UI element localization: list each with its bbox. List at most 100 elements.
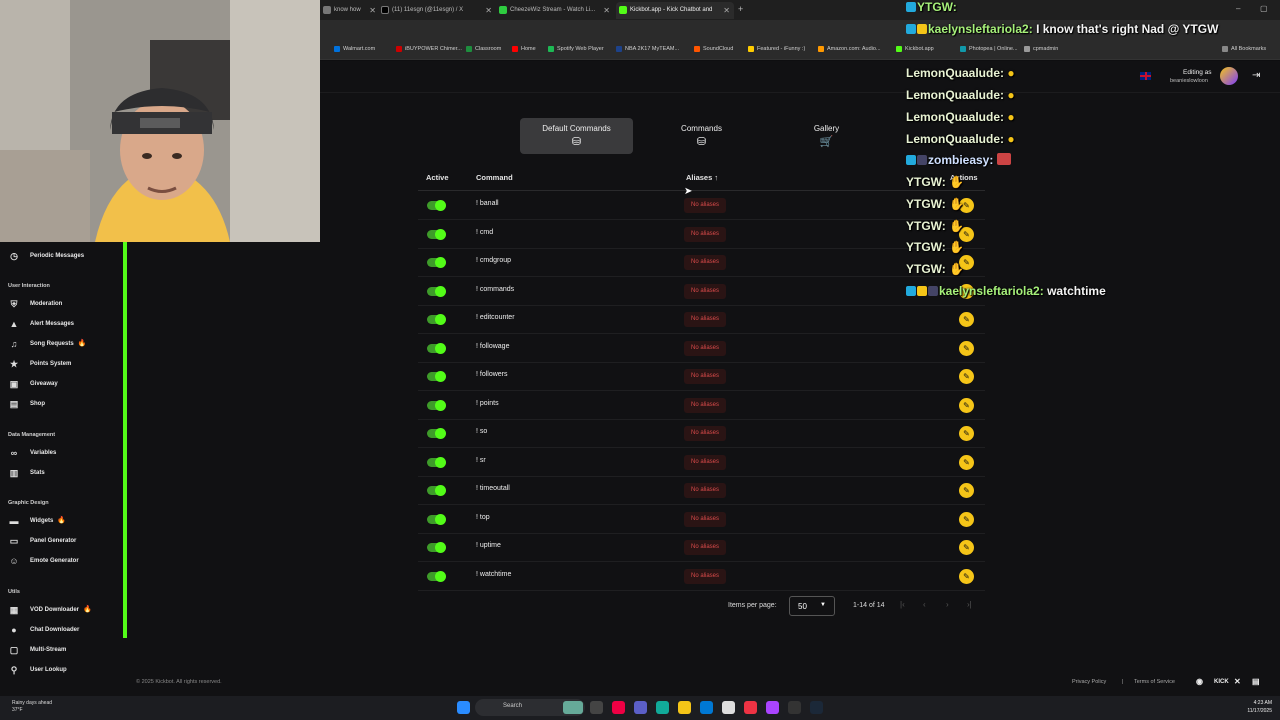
bookmark[interactable]: Featured - iFunny :) [748, 44, 805, 54]
logout-icon[interactable]: ⇥ [1252, 70, 1260, 81]
sidebar-item-moderation[interactable]: ⛨ Moderation [0, 295, 120, 313]
active-toggle[interactable] [427, 314, 446, 325]
widgets-icon[interactable] [563, 701, 583, 714]
document-icon[interactable]: ▤ [1252, 677, 1260, 686]
prev-page-icon[interactable]: ‹ [923, 600, 926, 609]
edit-pencil-icon[interactable]: ✎ [959, 540, 974, 555]
last-page-icon[interactable]: ›| [967, 600, 972, 609]
browser-tab[interactable]: (11) 11esgn (@11esgn) / X ✕ [378, 2, 496, 19]
bookmark[interactable]: Kickbot.app [896, 44, 934, 54]
sidebar-item-widgets[interactable]: ▬ Widgets 🔥 [0, 512, 120, 530]
taskview-icon[interactable] [590, 701, 603, 714]
active-toggle[interactable] [427, 200, 446, 211]
sidebar-item-song-requests[interactable]: ♫ Song Requests 🔥 [0, 335, 120, 353]
column-header-aliases[interactable]: Aliases ↑ [686, 173, 718, 182]
bookmark[interactable]: Photopea | Online... [960, 44, 1018, 54]
active-toggle[interactable] [427, 342, 446, 354]
bookmark[interactable]: All Bookmarks [1222, 44, 1266, 54]
edit-pencil-icon[interactable]: ✎ [959, 369, 974, 384]
sidebar-item-vod-downloader[interactable]: ▦ VOD Downloader 🔥 [0, 601, 120, 619]
active-toggle[interactable] [427, 542, 446, 553]
clock[interactable]: 4:23 AM 11/17/2025 [1236, 699, 1272, 715]
active-toggle[interactable] [427, 399, 446, 411]
sidebar-item-variables[interactable]: ∞ Variables [0, 444, 120, 462]
sidebar-item-giveaway[interactable]: ▣ Giveaway [0, 375, 120, 393]
active-toggle[interactable] [427, 371, 446, 382]
edit-pencil-icon[interactable]: ✎ [959, 454, 974, 470]
next-page-icon[interactable]: › [946, 600, 949, 609]
edit-pencil-icon[interactable]: ✎ [959, 397, 974, 413]
app-icon[interactable] [788, 701, 801, 714]
sidebar-item-periodic-messages[interactable]: ◷ Periodic Messages [0, 247, 120, 265]
bookmark[interactable]: iBUYPOWER Chimer... [396, 44, 462, 54]
active-toggle[interactable] [427, 228, 446, 240]
notepad-icon[interactable] [722, 701, 735, 714]
app-icon[interactable] [612, 701, 625, 714]
close-icon[interactable]: ✕ [603, 2, 610, 19]
sidebar-item-chat-downloader[interactable]: ● Chat Downloader [0, 621, 120, 639]
close-icon[interactable]: ✕ [369, 2, 376, 19]
bookmark[interactable]: SoundCloud [694, 44, 733, 54]
sidebar-item-stats[interactable]: ▥ Stats [0, 464, 120, 482]
sidebar-item-points-system[interactable]: ★ Points System [0, 355, 120, 373]
bookmark[interactable]: Home [512, 44, 536, 54]
active-toggle[interactable] [427, 285, 446, 297]
start-icon[interactable] [457, 701, 470, 714]
sidebar-scrollbar[interactable] [123, 242, 127, 638]
new-tab-icon[interactable]: + [738, 4, 743, 14]
edit-pencil-icon[interactable]: ✎ [959, 511, 974, 527]
active-toggle[interactable] [427, 456, 446, 468]
bookmark[interactable]: Classroom [466, 44, 501, 54]
teams-icon[interactable] [634, 701, 647, 714]
store-icon[interactable] [700, 701, 713, 714]
browser-tab[interactable]: CheezeWiz Stream - Watch Li... ✕ [496, 2, 614, 19]
edit-pencil-icon[interactable]: ✎ [959, 312, 974, 327]
active-toggle[interactable] [427, 570, 446, 582]
column-header-active[interactable]: Active [426, 173, 449, 182]
x-icon[interactable]: ✕ [1234, 677, 1241, 686]
minimize-icon[interactable]: – [1236, 4, 1240, 13]
edit-pencil-icon[interactable]: ✎ [959, 340, 974, 356]
sidebar-item-emote-generator[interactable]: ☺ Emote Generator [0, 552, 120, 570]
sidebar-item-alert-messages[interactable]: ▲ Alert Messages [0, 315, 120, 333]
edit-pencil-icon[interactable]: ✎ [959, 426, 974, 441]
kick-logo[interactable]: KICK [1214, 679, 1229, 685]
bookmark[interactable]: NBA 2K17 MyTEAM... [616, 44, 679, 54]
bookmark[interactable]: cpmadmin [1024, 44, 1058, 54]
discord-icon[interactable]: ◉ [1196, 677, 1203, 686]
obs-icon[interactable] [766, 701, 779, 714]
sidebar-item-panel-generator[interactable]: ▭ Panel Generator [0, 532, 120, 550]
tab-default-commands[interactable]: Default Commands ⛁ [520, 118, 633, 154]
edit-pencil-icon[interactable]: ✎ [959, 568, 974, 584]
uk-flag-icon[interactable] [1140, 72, 1151, 80]
close-icon[interactable]: ✕ [723, 2, 730, 19]
privacy-link[interactable]: Privacy Policy [1072, 679, 1106, 685]
bookmark[interactable]: Spotify Web Player [548, 44, 604, 54]
maximize-icon[interactable]: ▢ [1260, 4, 1268, 13]
active-toggle[interactable] [427, 513, 446, 525]
edit-pencil-icon[interactable]: ✎ [959, 483, 974, 498]
first-page-icon[interactable]: |‹ [900, 600, 905, 609]
tab-gallery[interactable]: Gallery 🛒 [770, 118, 883, 154]
sidebar-item-shop[interactable]: ▤ Shop [0, 395, 120, 413]
avatar[interactable] [1220, 67, 1238, 85]
folder-icon[interactable] [678, 701, 691, 714]
chrome-icon[interactable] [744, 701, 757, 714]
edge-icon[interactable] [656, 701, 669, 714]
items-per-page-select[interactable]: 50 ▼ [789, 596, 835, 616]
bookmark[interactable]: Walmart.com [334, 44, 375, 54]
sidebar-item-multi-stream[interactable]: ▢ Multi-Stream [0, 641, 120, 659]
close-icon[interactable]: ✕ [485, 2, 492, 19]
column-header-command[interactable]: Command [476, 173, 513, 182]
active-toggle[interactable] [427, 257, 446, 268]
tab-commands[interactable]: Commands ⛁ [645, 118, 758, 154]
sidebar-item-user-lookup[interactable]: ⚲ User Lookup [0, 661, 120, 679]
steam-icon[interactable] [810, 701, 823, 714]
active-toggle[interactable] [427, 428, 446, 439]
weather-widget[interactable]: Rainy days ahead 37°F [12, 700, 72, 714]
active-toggle[interactable] [427, 485, 446, 496]
terms-link[interactable]: Terms of Service [1134, 679, 1175, 685]
browser-tab[interactable]: know how ✕ [320, 2, 380, 19]
browser-tab-active[interactable]: Kickbot.app - Kick Chatbot and ✕ [616, 2, 734, 19]
bookmark[interactable]: Amazon.com: Audio... [818, 44, 881, 54]
